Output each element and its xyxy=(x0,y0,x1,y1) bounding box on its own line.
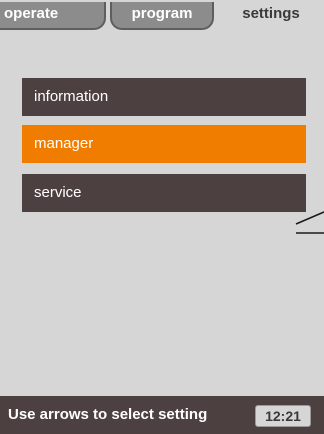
tab-program[interactable]: program xyxy=(110,2,214,30)
menu-item-manager[interactable]: manager xyxy=(22,125,306,163)
status-bar: Use arrows to select setting 12:21 xyxy=(0,396,324,434)
tab-operate[interactable]: operate xyxy=(0,2,106,30)
clock-display: 12:21 xyxy=(255,405,311,427)
device-screen: operate program settings information man… xyxy=(0,0,324,434)
menu-item-service[interactable]: service xyxy=(22,174,306,212)
status-hint: Use arrows to select setting xyxy=(8,406,208,423)
tab-settings[interactable]: settings xyxy=(218,2,324,38)
settings-panel: information manager service xyxy=(0,38,324,396)
menu-item-information[interactable]: information xyxy=(22,78,306,116)
tab-bar: operate program settings xyxy=(0,0,324,38)
